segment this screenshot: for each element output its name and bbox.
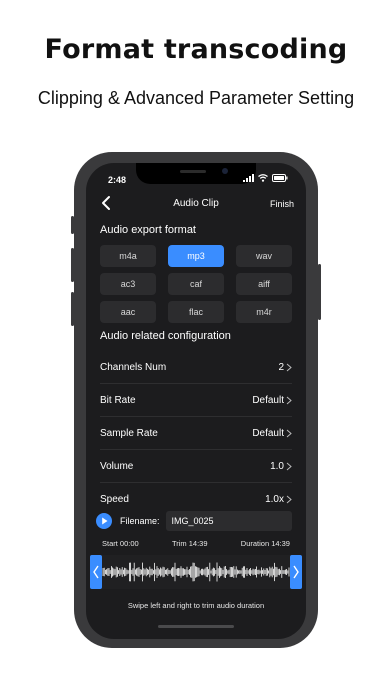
config-row-value: 1.0 xyxy=(270,460,284,472)
config-row-value: Default xyxy=(252,394,284,406)
subheadline: Clipping & Advanced Parameter Setting xyxy=(37,88,355,108)
config-row-label: Volume xyxy=(100,460,134,472)
config-row-volume[interactable]: Volume 1.0 xyxy=(100,450,292,483)
chevron-right-icon xyxy=(293,565,299,579)
chevron-right-icon xyxy=(286,363,292,371)
app-screen: 2:48 Audio Clip Finish Audio export form… xyxy=(86,163,306,639)
start-time: Start 00:00 xyxy=(102,539,139,548)
wifi-icon xyxy=(258,174,268,182)
config-heading: Audio related configuration xyxy=(100,330,231,342)
chevron-right-icon xyxy=(286,495,292,503)
duration-time: Duration 14:39 xyxy=(240,539,290,548)
chevron-right-icon xyxy=(286,429,292,437)
trim-handle-left[interactable] xyxy=(90,555,102,589)
format-option-mp3[interactable]: mp3 xyxy=(168,245,224,267)
format-option-m4r[interactable]: m4r xyxy=(236,301,292,323)
status-icons xyxy=(243,174,288,182)
play-icon xyxy=(102,517,108,525)
config-row-label: Speed xyxy=(100,493,129,505)
filename-row: Filename: IMG_0025 xyxy=(96,511,292,531)
signal-icon xyxy=(243,174,254,182)
waveform-track[interactable] xyxy=(90,555,302,589)
camera-icon xyxy=(222,168,228,174)
trim-info: Start 00:00 Trim 14:39 Duration 14:39 xyxy=(102,539,290,548)
config-row-bit-rate[interactable]: Bit Rate Default xyxy=(100,384,292,417)
config-row-value: 1.0x xyxy=(265,493,284,505)
chevron-right-icon xyxy=(286,396,292,404)
mute-switch xyxy=(71,216,74,234)
notch xyxy=(136,163,256,184)
format-option-wav[interactable]: wav xyxy=(236,245,292,267)
headline: Format transcoding xyxy=(44,34,348,65)
config-row-value: Default xyxy=(252,427,284,439)
config-row-channels[interactable]: Channels Num 2 xyxy=(100,351,292,384)
format-option-flac[interactable]: flac xyxy=(168,301,224,323)
volume-up-button xyxy=(71,248,74,282)
config-row-label: Sample Rate xyxy=(100,427,158,439)
trim-handle-right[interactable] xyxy=(290,555,302,589)
chevron-left-icon xyxy=(93,565,99,579)
volume-down-button xyxy=(71,292,74,326)
filename-field[interactable]: IMG_0025 xyxy=(165,511,292,531)
config-row-sample-rate[interactable]: Sample Rate Default xyxy=(100,417,292,450)
finish-button[interactable]: Finish xyxy=(270,199,294,209)
home-indicator xyxy=(158,625,234,628)
config-row-label: Bit Rate xyxy=(100,394,136,406)
export-format-heading: Audio export format xyxy=(100,224,196,236)
format-option-ac3[interactable]: ac3 xyxy=(100,273,156,295)
trim-time: Trim 14:39 xyxy=(171,539,208,548)
filename-label: Filename: xyxy=(120,516,160,526)
format-option-aiff[interactable]: aiff xyxy=(236,273,292,295)
power-button xyxy=(318,264,321,320)
trim-hint: Swipe left and right to trim audio durat… xyxy=(127,601,265,610)
format-option-caf[interactable]: caf xyxy=(168,273,224,295)
format-option-m4a[interactable]: m4a xyxy=(100,245,156,267)
config-row-value: 2 xyxy=(278,361,284,373)
format-option-aac[interactable]: aac xyxy=(100,301,156,323)
config-list: Channels Num 2 Bit Rate Default Sample R… xyxy=(100,351,292,515)
format-grid: m4a mp3 wav ac3 caf aiff aac flac m4r xyxy=(100,245,292,323)
config-row-label: Channels Num xyxy=(100,361,167,373)
status-time: 2:48 xyxy=(108,175,127,185)
battery-icon xyxy=(272,174,288,182)
chevron-right-icon xyxy=(286,462,292,470)
waveform xyxy=(102,562,290,582)
nav-bar: Audio Clip Finish xyxy=(86,193,306,215)
play-button[interactable] xyxy=(96,513,112,529)
speaker-grille xyxy=(180,170,206,173)
